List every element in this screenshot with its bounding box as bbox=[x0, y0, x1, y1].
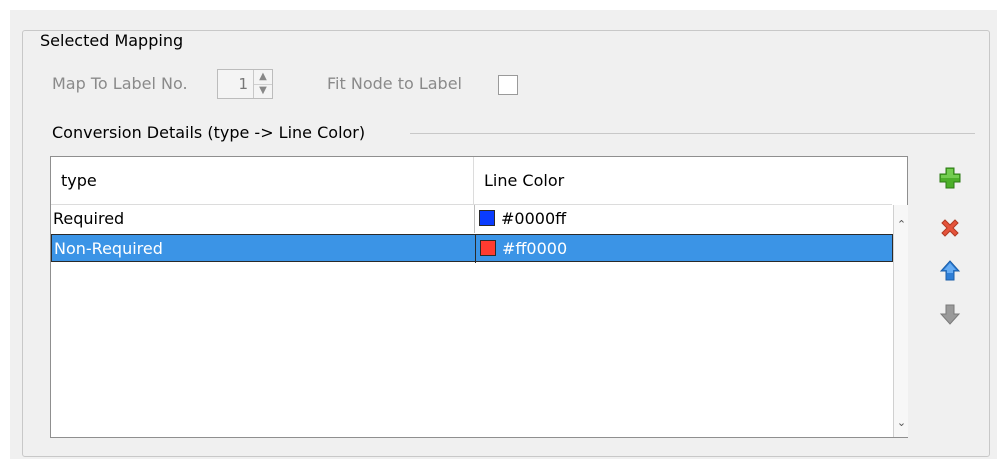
add-row-button[interactable] bbox=[938, 166, 962, 190]
map-to-label-label: Map To Label No. bbox=[52, 74, 188, 93]
map-to-label-spinner[interactable]: 1 ▲ ▼ bbox=[217, 69, 273, 99]
conversion-table[interactable]: type Line Color Required #0000ff Non-Req… bbox=[50, 156, 908, 438]
spinner-up-icon[interactable]: ▲ bbox=[254, 70, 272, 85]
spinner-arrows: ▲ ▼ bbox=[253, 70, 272, 98]
fit-node-label: Fit Node to Label bbox=[327, 74, 462, 93]
fit-node-checkbox[interactable] bbox=[498, 75, 518, 95]
cell-type[interactable]: Required bbox=[53, 205, 473, 233]
move-up-button[interactable] bbox=[938, 259, 962, 283]
color-value: #ff0000 bbox=[502, 239, 568, 258]
conversion-divider bbox=[410, 133, 975, 134]
vertical-scrollbar[interactable]: ⌃ ⌄ bbox=[893, 205, 908, 437]
column-header-type[interactable]: type bbox=[51, 157, 474, 205]
scroll-up-icon[interactable]: ⌃ bbox=[894, 213, 909, 237]
map-to-label-value[interactable]: 1 bbox=[238, 75, 248, 93]
color-swatch bbox=[479, 210, 495, 226]
conversion-details-title: Conversion Details (type -> Line Color) bbox=[52, 123, 366, 142]
selected-mapping-title: Selected Mapping bbox=[36, 31, 188, 50]
table-row[interactable]: Required #0000ff bbox=[51, 205, 893, 233]
color-swatch bbox=[480, 240, 496, 256]
move-down-button[interactable] bbox=[938, 302, 962, 326]
delete-row-button[interactable] bbox=[938, 216, 962, 240]
arrow-up-icon bbox=[939, 260, 961, 281]
table-row-selected[interactable]: Non-Required #ff0000 bbox=[51, 234, 894, 263]
arrow-down-icon bbox=[939, 304, 961, 325]
x-icon bbox=[941, 219, 959, 237]
spinner-down-icon[interactable]: ▼ bbox=[254, 84, 272, 98]
color-value: #0000ff bbox=[501, 209, 567, 228]
cell-line-color[interactable]: #ff0000 bbox=[475, 235, 894, 263]
cell-type[interactable]: Non-Required bbox=[54, 235, 474, 263]
cell-line-color[interactable]: #0000ff bbox=[474, 205, 893, 233]
scroll-down-icon[interactable]: ⌄ bbox=[894, 411, 909, 435]
plus-icon bbox=[939, 167, 961, 189]
column-header-line-color[interactable]: Line Color bbox=[474, 157, 892, 205]
